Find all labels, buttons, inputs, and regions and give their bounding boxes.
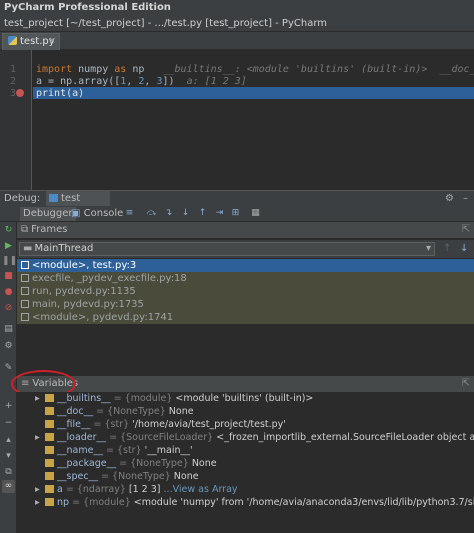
field-icon — [45, 433, 54, 441]
stop-icon[interactable]: ■ — [2, 270, 15, 283]
frame-icon — [21, 274, 29, 282]
field-icon — [45, 394, 54, 402]
view-as-array-link[interactable]: ...View as Array — [164, 484, 238, 495]
step-into-my-code-icon[interactable]: ↓ — [180, 208, 191, 219]
editor-gutter: 1 2 3 — [0, 50, 32, 190]
field-icon — [45, 485, 54, 493]
hide-panel-icon[interactable]: – — [463, 191, 468, 206]
settings-gear-icon[interactable]: ⚙ — [445, 191, 454, 206]
frame-item[interactable]: <module>, pydevd.py:1741 — [17, 311, 474, 324]
rerun-icon[interactable]: ↻ — [2, 224, 15, 237]
collapse-panel-icon[interactable]: ⇱ — [462, 222, 470, 238]
frame-item[interactable]: <module>, test.py:3 — [17, 259, 474, 272]
pause-icon[interactable]: ❚❚ — [2, 255, 17, 268]
window-title-bar: test_project [~/test_project] - .../test… — [0, 16, 474, 32]
previous-frame-icon[interactable]: ↑ — [443, 243, 451, 254]
settings-icon[interactable]: ▤ — [2, 323, 15, 336]
debug-toolbar: Debugger ▣ Console ≡ ⤼ ↴ ↓ ↑ ⇥ ⊞ ▦ — [0, 206, 474, 222]
variable-row[interactable]: ▸ __loader__ = {SourceFileLoader} <_froze… — [35, 431, 474, 444]
editor-tab-test-py[interactable]: test.py × — [2, 33, 60, 50]
mute-breakpoints-icon[interactable]: ⊘ — [2, 302, 15, 315]
console-tab[interactable]: ▣ Console — [68, 207, 126, 221]
variables-tree: ▸ __builtins__ = {module} <module 'builti… — [17, 392, 474, 533]
resume-icon[interactable]: ▶ — [2, 240, 15, 253]
show-watches-icon[interactable]: ∞ — [2, 480, 15, 493]
frame-item[interactable]: run, pydevd.py:1135 — [17, 285, 474, 298]
gear-icon[interactable]: ⚙ — [2, 340, 15, 353]
frames-label: Frames — [31, 224, 68, 235]
thread-icon: ▬ — [23, 243, 33, 254]
code-line-3: print(a) — [36, 88, 85, 99]
copy-icon[interactable]: ⧉ — [2, 466, 15, 479]
variable-row[interactable]: __spec__ = {NoneType} None — [35, 470, 199, 483]
debug-session-label: test — [61, 193, 81, 204]
frames-list: <module>, test.py:3 execfile, _pydev_exe… — [17, 258, 474, 375]
frame-icon — [21, 300, 29, 308]
line-number: 3 — [9, 88, 16, 99]
variable-row[interactable]: ▸ __builtins__ = {module} <module 'builti… — [35, 392, 313, 405]
variable-row[interactable]: ▸ a = {ndarray} [1 2 3] ...View as Array — [35, 483, 238, 496]
run-to-cursor-icon[interactable]: ⇥ — [214, 208, 225, 219]
show-execution-point-icon[interactable]: ≡ — [124, 208, 135, 219]
console-icon: ▣ — [71, 208, 81, 219]
python-run-icon — [49, 194, 58, 202]
move-up-icon[interactable]: ▴ — [2, 434, 15, 447]
current-execution-line-highlight — [33, 87, 474, 99]
view-breakpoints-icon[interactable]: ● — [2, 286, 15, 299]
thread-dropdown[interactable]: ▬ MainThread ▾ — [19, 242, 435, 256]
step-into-icon[interactable]: ↴ — [163, 208, 174, 219]
chevron-down-icon: ▾ — [425, 243, 431, 254]
move-down-icon[interactable]: ▾ — [2, 450, 15, 463]
variable-row[interactable]: __file__ = {str} '/home/avia/test_projec… — [35, 418, 286, 431]
variables-panel-header: ≡ Variables ⇱ — [17, 376, 474, 392]
python-file-icon — [8, 36, 17, 45]
frame-icon — [21, 313, 29, 321]
line-number: 1 — [9, 64, 16, 75]
evaluate-expression-icon[interactable]: ⊞ — [230, 208, 241, 219]
collapse-panel-icon[interactable]: ⇱ — [462, 376, 470, 392]
frame-icon — [21, 261, 29, 269]
add-watch-icon[interactable]: + — [2, 400, 15, 413]
code-editor[interactable]: 1 2 3 import numpy as np __builtins__: <… — [0, 50, 474, 190]
frame-icon — [21, 287, 29, 295]
frames-icon: ⧉ — [21, 224, 29, 235]
field-icon — [45, 446, 54, 454]
step-out-icon[interactable]: ↑ — [197, 208, 208, 219]
debug-session-tab[interactable]: test — [46, 191, 110, 206]
thread-selector-row: ▬ MainThread ▾ ↑ ↓ — [17, 240, 474, 258]
next-frame-icon[interactable]: ↓ — [460, 243, 468, 254]
remove-watch-icon[interactable]: − — [2, 417, 15, 430]
code-line-1: import numpy as np __builtins__: <module… — [36, 64, 474, 75]
field-icon — [45, 407, 54, 415]
editor-tab-bar: test.py × — [0, 32, 474, 50]
os-title-bar: PyCharm Professional Edition — [0, 0, 474, 16]
field-icon — [45, 459, 54, 467]
window-title: test_project [~/test_project] - .../test… — [4, 18, 328, 29]
variable-row[interactable]: __doc__ = {NoneType} None — [35, 405, 194, 418]
pin-icon[interactable]: ✎ — [2, 362, 15, 375]
field-icon — [45, 420, 54, 428]
field-icon — [45, 472, 54, 480]
debug-tool-window-header: Debug: test ⚙ – — [0, 190, 474, 206]
restore-layout-icon[interactable]: ▦ — [250, 208, 261, 219]
thread-name: MainThread — [34, 243, 94, 254]
frame-item[interactable]: execfile, _pydev_execfile.py:18 — [17, 272, 474, 285]
line-number: 2 — [9, 76, 16, 87]
code-line-2: a = np.array([1, 2, 3]) a: [1 2 3] — [36, 76, 247, 87]
step-over-icon[interactable]: ⤼ — [146, 208, 157, 219]
variable-row[interactable]: ▸ np = {module} <module 'numpy' from '/ho… — [35, 496, 474, 509]
inline-value-hint: __builtins__: <module 'builtins' (built-… — [162, 64, 474, 75]
close-tab-icon[interactable]: × — [48, 34, 56, 49]
breakpoint-icon[interactable] — [16, 89, 24, 97]
frames-panel-header: ⧉ Frames ⇱ — [17, 222, 474, 238]
frame-item[interactable]: main, pydevd.py:1735 — [17, 298, 474, 311]
os-title: PyCharm Professional Edition — [4, 2, 171, 13]
variable-row[interactable]: __package__ = {NoneType} None — [35, 457, 217, 470]
field-icon — [45, 498, 54, 506]
variable-row[interactable]: __name__ = {str} '__main__' — [35, 444, 193, 457]
inline-value-hint: a: [1 2 3] — [186, 76, 247, 87]
debug-label: Debug: — [4, 193, 41, 204]
